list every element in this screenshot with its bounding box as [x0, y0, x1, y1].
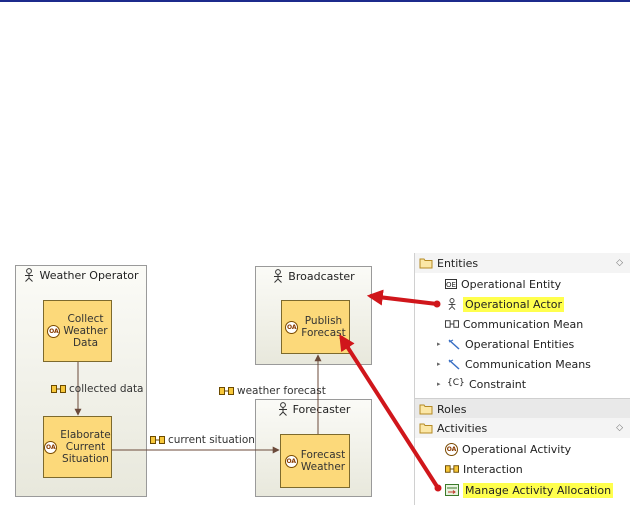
red-arrow-manage-activity-allocation [339, 334, 442, 492]
annotation-arrows [339, 289, 442, 492]
red-arrow-operational-actor [366, 289, 441, 308]
